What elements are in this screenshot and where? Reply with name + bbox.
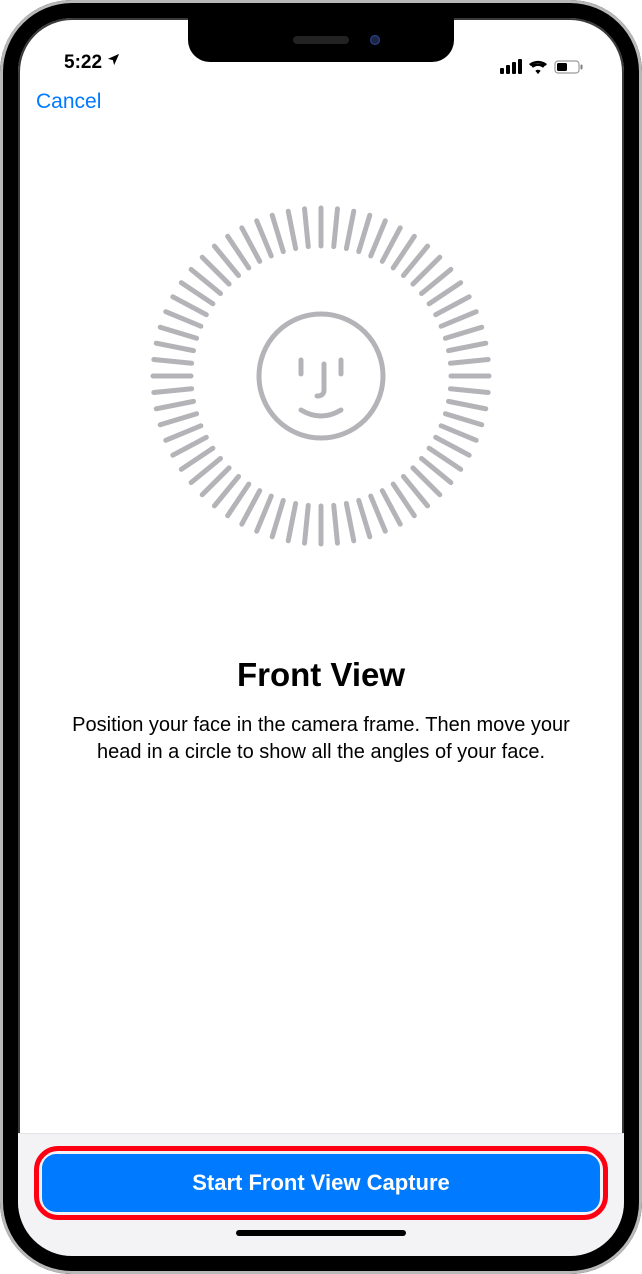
battery-icon [554, 60, 584, 74]
footer-area: Start Front View Capture [18, 1133, 624, 1256]
face-id-setup-icon [141, 196, 501, 556]
home-indicator[interactable] [236, 1230, 406, 1236]
annotation-highlight: Start Front View Capture [34, 1146, 608, 1220]
screen: 5:22 [18, 18, 624, 1256]
phone-frame: 5:22 [0, 0, 642, 1274]
page-description: Position your face in the camera frame. … [71, 712, 571, 766]
nav-bar: Cancel [18, 78, 624, 126]
content-area: Front View Position your face in the cam… [18, 126, 624, 1133]
status-time: 5:22 [64, 52, 102, 74]
phone-notch [188, 18, 454, 62]
page-title: Front View [237, 656, 405, 694]
start-capture-button[interactable]: Start Front View Capture [42, 1154, 600, 1212]
status-left: 5:22 [46, 52, 121, 74]
phone-front-camera [370, 35, 380, 45]
wifi-icon [528, 59, 548, 74]
status-right [500, 59, 596, 74]
phone-speaker [293, 36, 349, 44]
cellular-signal-icon [500, 59, 522, 74]
cancel-button[interactable]: Cancel [36, 90, 101, 114]
location-arrow-icon [106, 52, 121, 72]
